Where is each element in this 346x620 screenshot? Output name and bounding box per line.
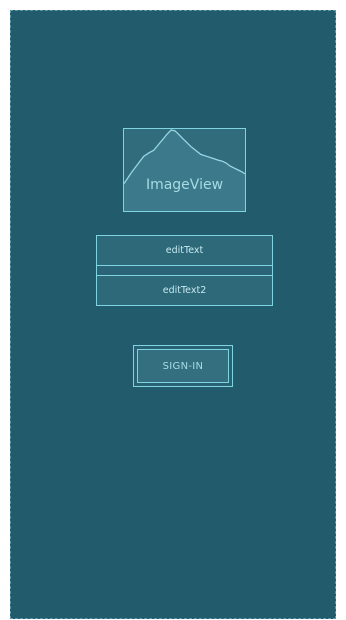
sign-in-button[interactable]: SIGN-IN bbox=[133, 345, 233, 387]
image-view-label: ImageView bbox=[145, 177, 224, 193]
edit-text2-field[interactable]: editText2 bbox=[96, 275, 273, 306]
image-placeholder-icon bbox=[124, 129, 245, 211]
image-view-widget[interactable]: ImageView bbox=[123, 128, 246, 212]
layout-preview-screen: ImageView editText editText2 SIGN-IN bbox=[10, 10, 336, 619]
sign-in-button-label: SIGN-IN bbox=[137, 349, 229, 383]
edit-text-field[interactable]: editText bbox=[96, 235, 273, 266]
